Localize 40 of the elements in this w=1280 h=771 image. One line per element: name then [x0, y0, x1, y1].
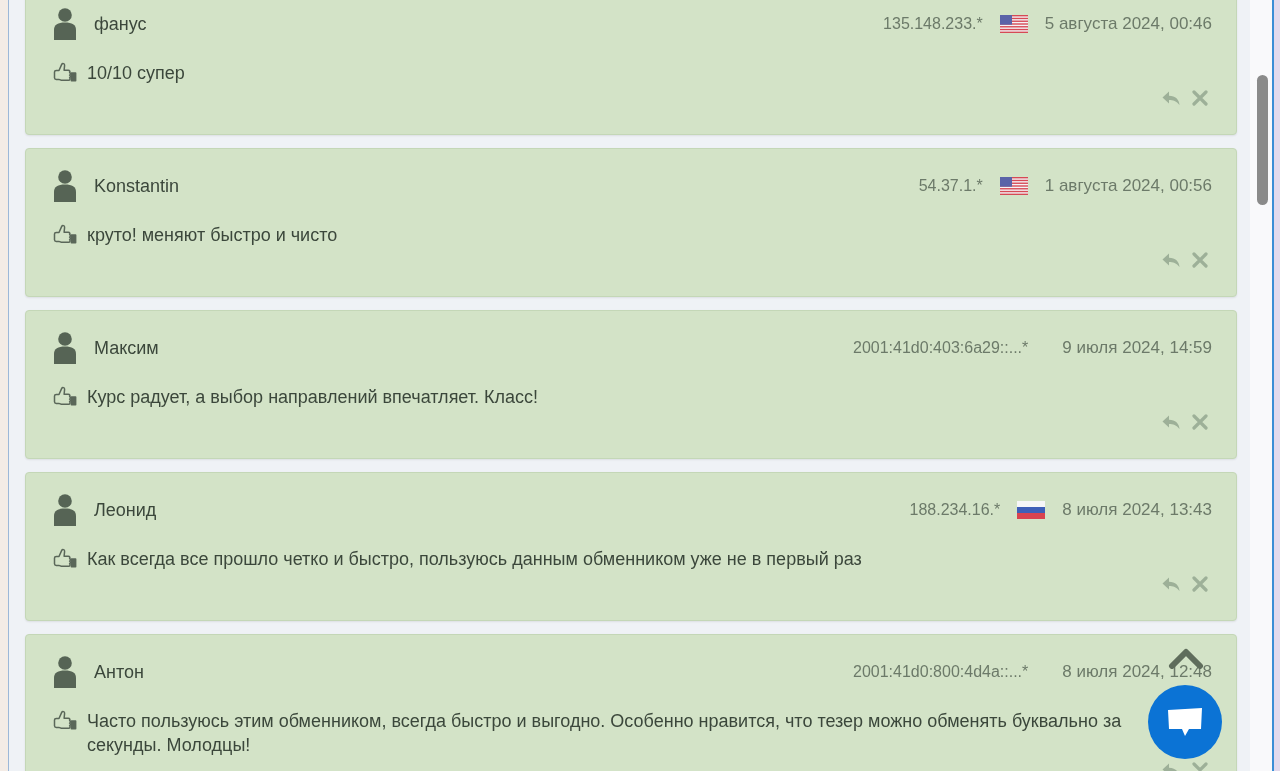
author-name: Konstantin [94, 175, 180, 198]
thumbs-up-icon [53, 710, 77, 732]
comment-date: 9 июля 2024, 14:59 [1062, 337, 1212, 359]
close-icon[interactable] [1192, 252, 1208, 268]
comment-text: круто! меняют быстро и чисто [87, 224, 338, 247]
reply-icon[interactable] [1162, 415, 1180, 429]
author-name: фанус [94, 13, 147, 36]
author-name: Антон [94, 661, 144, 684]
comment-text: Часто пользуюсь этим обменником, всегда быстро и выгодно. Особенно нравится, что тезер можно обменять буквально за секунды. Молодцы! [87, 710, 1123, 757]
close-icon[interactable] [1192, 414, 1208, 430]
ip-address: 2001:41d0:403:6a29::...* [853, 338, 1029, 358]
user-avatar-icon [53, 8, 77, 40]
reply-icon[interactable] [1162, 253, 1180, 267]
comment-date: 1 августа 2024, 00:56 [1044, 175, 1212, 197]
user-avatar-icon [53, 332, 77, 364]
author-name: Леонид [94, 499, 157, 522]
ip-address: 188.234.16.* [909, 500, 1001, 520]
reply-icon[interactable] [1162, 577, 1180, 591]
comment-date: 5 августа 2024, 00:46 [1044, 13, 1212, 35]
ip-address: 54.37.1.* [918, 176, 983, 196]
thumbs-up-icon [53, 386, 77, 408]
close-icon[interactable] [1192, 576, 1208, 592]
user-avatar-icon [53, 170, 77, 202]
thumbs-up-icon [53, 548, 77, 570]
author-name: Максим [94, 337, 159, 360]
thumbs-up-icon [53, 62, 77, 84]
comment-text: Курс радует, а выбор направлений впечатляет. Класс! [87, 386, 539, 409]
scrollbar[interactable] [1250, 0, 1272, 771]
thumbs-up-icon [53, 224, 77, 246]
comment-date: 8 июля 2024, 13:43 [1062, 499, 1212, 521]
ip-address: 135.148.233.* [883, 14, 983, 34]
scrollbar-thumb[interactable] [1257, 75, 1268, 205]
close-icon[interactable] [1192, 90, 1208, 106]
ip-address: 2001:41d0:800:4d4a::...* [853, 662, 1029, 682]
user-avatar-icon [53, 656, 77, 688]
comment-text: 10/10 супер [87, 62, 185, 85]
reply-icon[interactable] [1162, 91, 1180, 105]
speech-bubble-icon [1167, 707, 1203, 737]
user-avatar-icon [53, 494, 77, 526]
comment-text: Как всегда все прошло четко и быстро, пользуюсь данным обменником уже не в первый раз [87, 548, 862, 571]
